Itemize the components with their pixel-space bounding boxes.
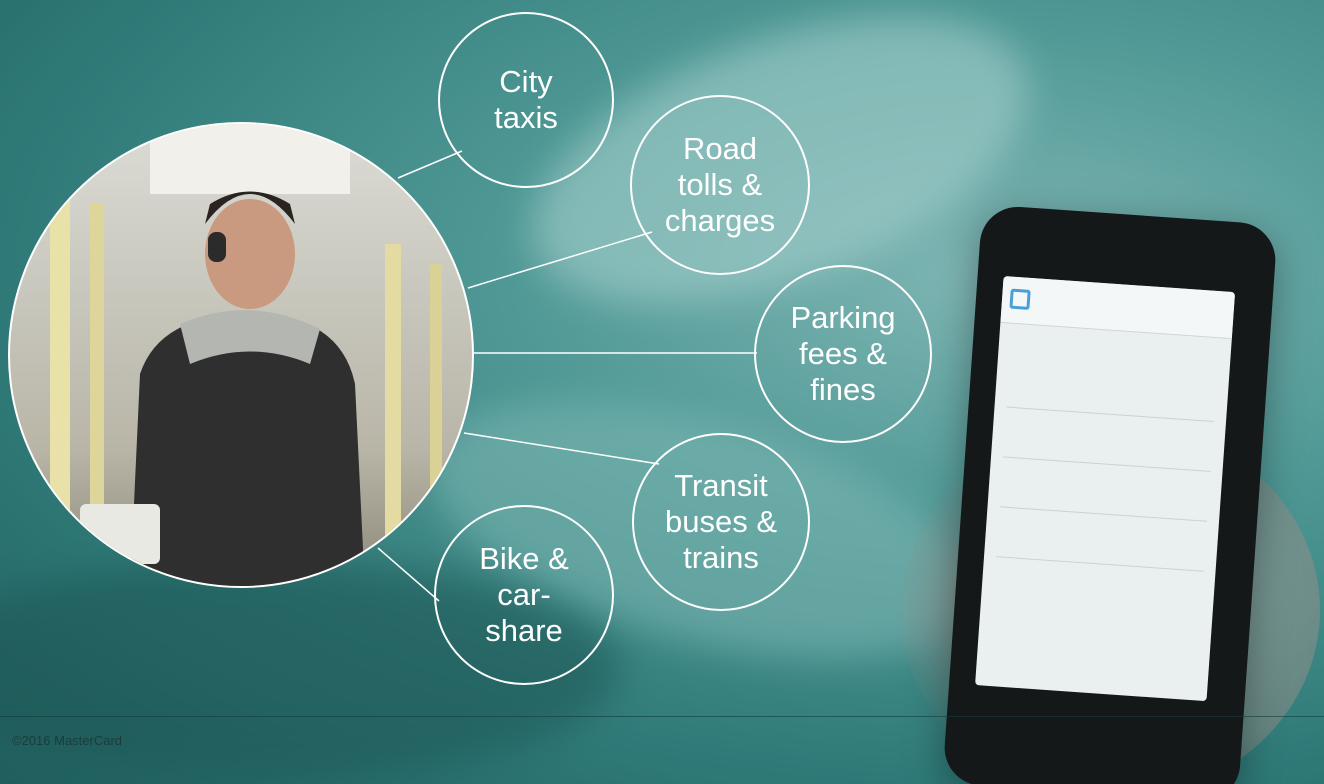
commuter-photo [8, 122, 474, 588]
bubble-bike: Bike & car-share [434, 505, 614, 685]
connector-transit [463, 432, 660, 465]
copyright-text: ©2016 MasterCard [12, 733, 123, 748]
bubble-transit-label: Transit buses & trains [664, 468, 777, 575]
bubble-parking: Parking fees & fines [754, 265, 932, 443]
slide: City taxis Road tolls & charges Parking … [0, 0, 1324, 784]
bubble-bike-label: Bike & car-share [479, 541, 569, 648]
bubble-road-tolls: Road tolls & charges [630, 95, 810, 275]
bubble-city-taxis-label: City taxis [494, 64, 558, 135]
headphones-icon [208, 232, 226, 262]
bubble-city-taxis: City taxis [438, 12, 614, 188]
commuter-illustration [50, 124, 442, 586]
bubble-parking-label: Parking fees & fines [790, 300, 896, 407]
connector-bike [377, 547, 440, 602]
commuter-jacket [130, 314, 365, 586]
connector-road-tolls [467, 231, 653, 289]
bubble-road-tolls-label: Road tolls & charges [664, 131, 776, 238]
footer-divider [0, 716, 1324, 717]
bubble-transit: Transit buses & trains [632, 433, 810, 611]
connector-city-taxis [397, 150, 463, 179]
